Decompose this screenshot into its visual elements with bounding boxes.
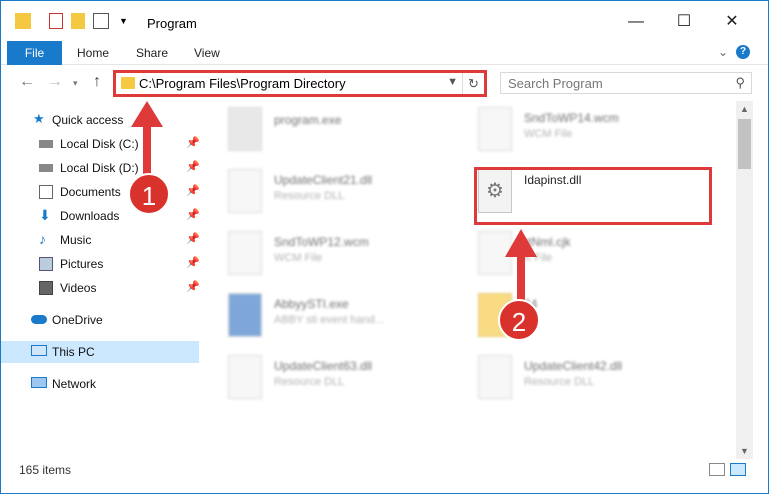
annotation-arrows: [131, 101, 537, 301]
arrow-2-head: [505, 229, 537, 257]
step-1-badge: 1: [128, 173, 170, 215]
step-2-badge: 2: [498, 299, 540, 341]
arrow-1-head: [131, 101, 163, 127]
explorer-window: ▼ Program — ☐ ✕ File Home Share View ⌄ ?…: [0, 0, 769, 494]
